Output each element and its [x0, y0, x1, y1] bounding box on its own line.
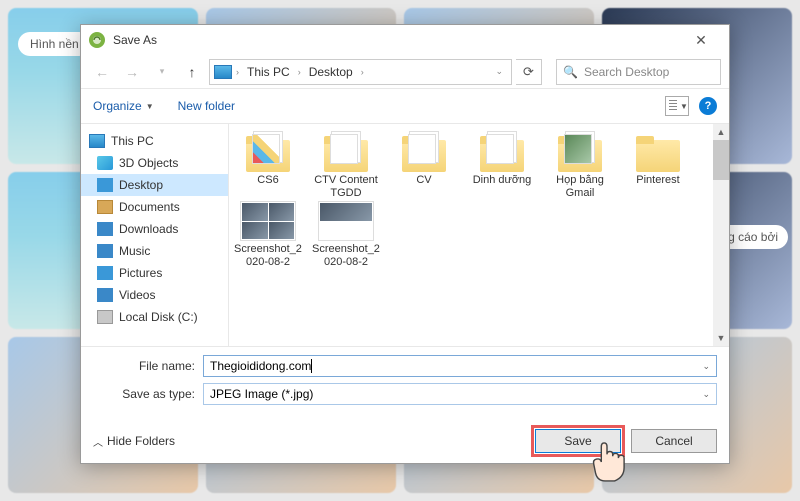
pictures-icon — [97, 266, 113, 280]
address-bar[interactable]: › This PC › Desktop › ⌄ — [209, 59, 512, 85]
documents-icon — [97, 200, 113, 214]
disk-icon — [97, 310, 113, 324]
folder-icon — [244, 132, 292, 172]
music-icon — [97, 244, 113, 258]
breadcrumb[interactable]: This PC — [243, 63, 294, 81]
file-list[interactable]: CS6 CTV Content TGDD CV Dinh dưỡng Họp b… — [229, 124, 729, 346]
image-thumbnail-icon — [240, 201, 296, 241]
tree-item-documents[interactable]: Documents — [81, 196, 228, 218]
downloads-icon — [97, 222, 113, 236]
search-input[interactable]: 🔍 Search Desktop — [556, 59, 721, 85]
nav-forward-button[interactable]: → — [119, 59, 145, 85]
dialog-title: Save As — [113, 33, 157, 47]
folder-icon — [634, 132, 682, 172]
app-icon — [89, 32, 105, 48]
nav-tree: This PC 3D Objects Desktop Documents Dow… — [81, 124, 229, 346]
chevron-down-icon[interactable]: ⌄ — [702, 389, 710, 400]
chevron-right-icon: › — [236, 67, 239, 77]
folder-item[interactable]: CS6 — [233, 132, 303, 199]
search-icon: 🔍 — [563, 65, 578, 79]
hide-folders-toggle[interactable]: ︿ Hide Folders — [93, 434, 175, 449]
organize-button[interactable]: Organize▼ — [93, 99, 154, 113]
tree-item-desktop[interactable]: Desktop — [81, 174, 228, 196]
toolbar: Organize▼ New folder ▼ ? — [81, 89, 729, 123]
scrollbar[interactable]: ▲ ▼ — [713, 124, 729, 346]
save-button[interactable]: Save — [535, 429, 621, 453]
tree-item-this-pc[interactable]: This PC — [81, 130, 228, 152]
form-area: File name: Thegioididong.com ⌄ Save as t… — [81, 346, 729, 419]
folder-item[interactable]: CTV Content TGDD — [311, 132, 381, 199]
view-toggle-button[interactable]: ▼ — [665, 96, 689, 116]
image-item[interactable]: Screenshot_2020-08-2 — [233, 201, 303, 268]
folder-item[interactable]: Pinterest — [623, 132, 693, 199]
address-dropdown-icon[interactable]: ⌄ — [491, 66, 507, 77]
image-thumbnail-icon — [318, 201, 374, 241]
tree-item-local-disk[interactable]: Local Disk (C:) — [81, 306, 228, 328]
filename-input[interactable]: Thegioididong.com ⌄ — [203, 355, 717, 377]
help-button[interactable]: ? — [699, 97, 717, 115]
nav-back-button[interactable]: ← — [89, 59, 115, 85]
search-placeholder: Search Desktop — [584, 65, 669, 79]
breadcrumb[interactable]: Desktop — [305, 63, 357, 81]
desktop-icon — [97, 178, 113, 192]
filetype-select[interactable]: JPEG Image (*.jpg) ⌄ — [203, 383, 717, 405]
tree-item-pictures[interactable]: Pictures — [81, 262, 228, 284]
image-item[interactable]: Screenshot_2020-08-2 — [311, 201, 381, 268]
tree-item-3d-objects[interactable]: 3D Objects — [81, 152, 228, 174]
filetype-label: Save as type: — [93, 387, 203, 401]
cancel-button[interactable]: Cancel — [631, 429, 717, 453]
folder-icon — [556, 132, 604, 172]
nav-up-button[interactable]: ↑ — [179, 59, 205, 85]
filename-label: File name: — [93, 359, 203, 373]
pc-icon — [89, 134, 105, 148]
scroll-down-icon[interactable]: ▼ — [713, 330, 729, 346]
3d-objects-icon — [97, 156, 113, 170]
folder-item[interactable]: CV — [389, 132, 459, 199]
titlebar: Save As ✕ — [81, 25, 729, 55]
refresh-button[interactable]: ⟳ — [516, 59, 542, 85]
chevron-right-icon: › — [298, 67, 301, 77]
scroll-thumb[interactable] — [713, 140, 729, 180]
videos-icon — [97, 288, 113, 302]
tree-item-music[interactable]: Music — [81, 240, 228, 262]
tree-item-downloads[interactable]: Downloads — [81, 218, 228, 240]
nav-recent-button[interactable]: ▾ — [149, 59, 175, 85]
folder-item[interactable]: Họp bằng Gmail — [545, 132, 615, 199]
footer: ︿ Hide Folders Save Cancel — [81, 419, 729, 463]
chevron-down-icon: ▼ — [146, 102, 154, 111]
folder-item[interactable]: Dinh dưỡng — [467, 132, 537, 199]
folder-icon — [478, 132, 526, 172]
close-button[interactable]: ✕ — [681, 26, 721, 54]
tree-item-videos[interactable]: Videos — [81, 284, 228, 306]
nav-bar: ← → ▾ ↑ › This PC › Desktop › ⌄ ⟳ 🔍 Sear… — [81, 55, 729, 89]
folder-icon — [400, 132, 448, 172]
chevron-down-icon[interactable]: ⌄ — [702, 361, 710, 372]
scroll-up-icon[interactable]: ▲ — [713, 124, 729, 140]
folder-icon — [322, 132, 370, 172]
chevron-up-icon: ︿ — [93, 434, 103, 449]
save-as-dialog: Save As ✕ ← → ▾ ↑ › This PC › Desktop › … — [80, 24, 730, 464]
new-folder-button[interactable]: New folder — [178, 99, 235, 113]
chevron-right-icon: › — [361, 67, 364, 77]
pc-icon — [214, 65, 232, 79]
